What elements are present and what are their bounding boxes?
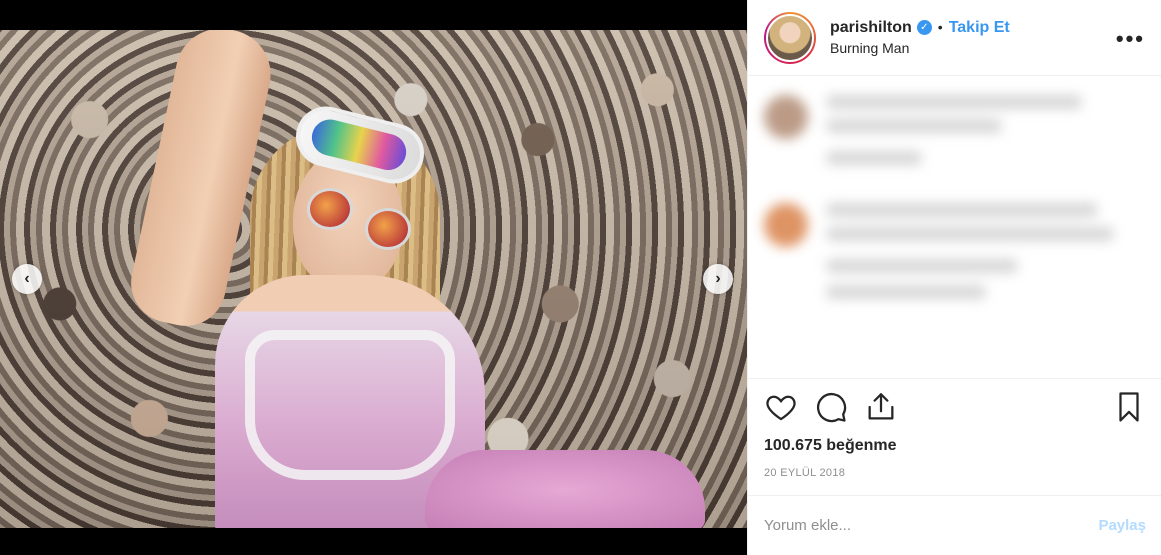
- avatar-image: [766, 13, 814, 62]
- header-text: parishilton ✓ • Takip Et Burning Man: [830, 18, 1010, 58]
- list-item: [764, 95, 1146, 175]
- person-figure: [123, 30, 705, 528]
- post-photo[interactable]: [0, 30, 747, 528]
- comment-bubble-icon[interactable]: [814, 390, 848, 424]
- action-icons: [764, 387, 1146, 427]
- post-header: parishilton ✓ • Takip Et Burning Man •••: [748, 0, 1161, 76]
- location-link[interactable]: Burning Man: [830, 40, 1010, 58]
- bookmark-icon[interactable]: [1112, 390, 1146, 424]
- avatar[interactable]: [764, 11, 816, 64]
- share-icon[interactable]: [864, 390, 898, 424]
- avatar: [764, 95, 808, 139]
- blurred-comments: [748, 77, 1161, 377]
- header-row: parishilton ✓ • Takip Et: [830, 18, 1010, 38]
- like-count[interactable]: 100.675 beğenme: [764, 437, 1146, 455]
- post-actions: 100.675 beğenme 20 EYLÜL 2018: [748, 378, 1161, 479]
- chevron-left-icon: ‹: [24, 270, 30, 287]
- post-details-panel: parishilton ✓ • Takip Et Burning Man •••: [747, 0, 1161, 555]
- verified-badge-icon: ✓: [916, 20, 932, 36]
- heart-icon[interactable]: [764, 390, 798, 424]
- separator-dot: •: [937, 19, 943, 35]
- more-options-icon[interactable]: •••: [1116, 26, 1145, 52]
- comment-input[interactable]: [764, 517, 1099, 534]
- chevron-right-icon: ›: [715, 270, 721, 287]
- harness: [245, 330, 455, 480]
- comment-form: Paylaş: [748, 495, 1161, 555]
- sunglasses-right-lens: [365, 208, 411, 250]
- post-date[interactable]: 20 EYLÜL 2018: [764, 467, 1146, 479]
- pink-leggings: [425, 450, 705, 528]
- previous-image-button[interactable]: ‹: [12, 264, 42, 294]
- username-link[interactable]: parishilton: [830, 18, 912, 38]
- list-item: [764, 203, 1146, 309]
- follow-button[interactable]: Takip Et: [949, 18, 1010, 38]
- sunglasses-left-lens: [307, 188, 353, 230]
- post-media: ‹ ›: [0, 0, 747, 555]
- next-image-button[interactable]: ›: [703, 264, 733, 294]
- post-comment-button[interactable]: Paylaş: [1098, 517, 1146, 534]
- avatar: [764, 203, 808, 247]
